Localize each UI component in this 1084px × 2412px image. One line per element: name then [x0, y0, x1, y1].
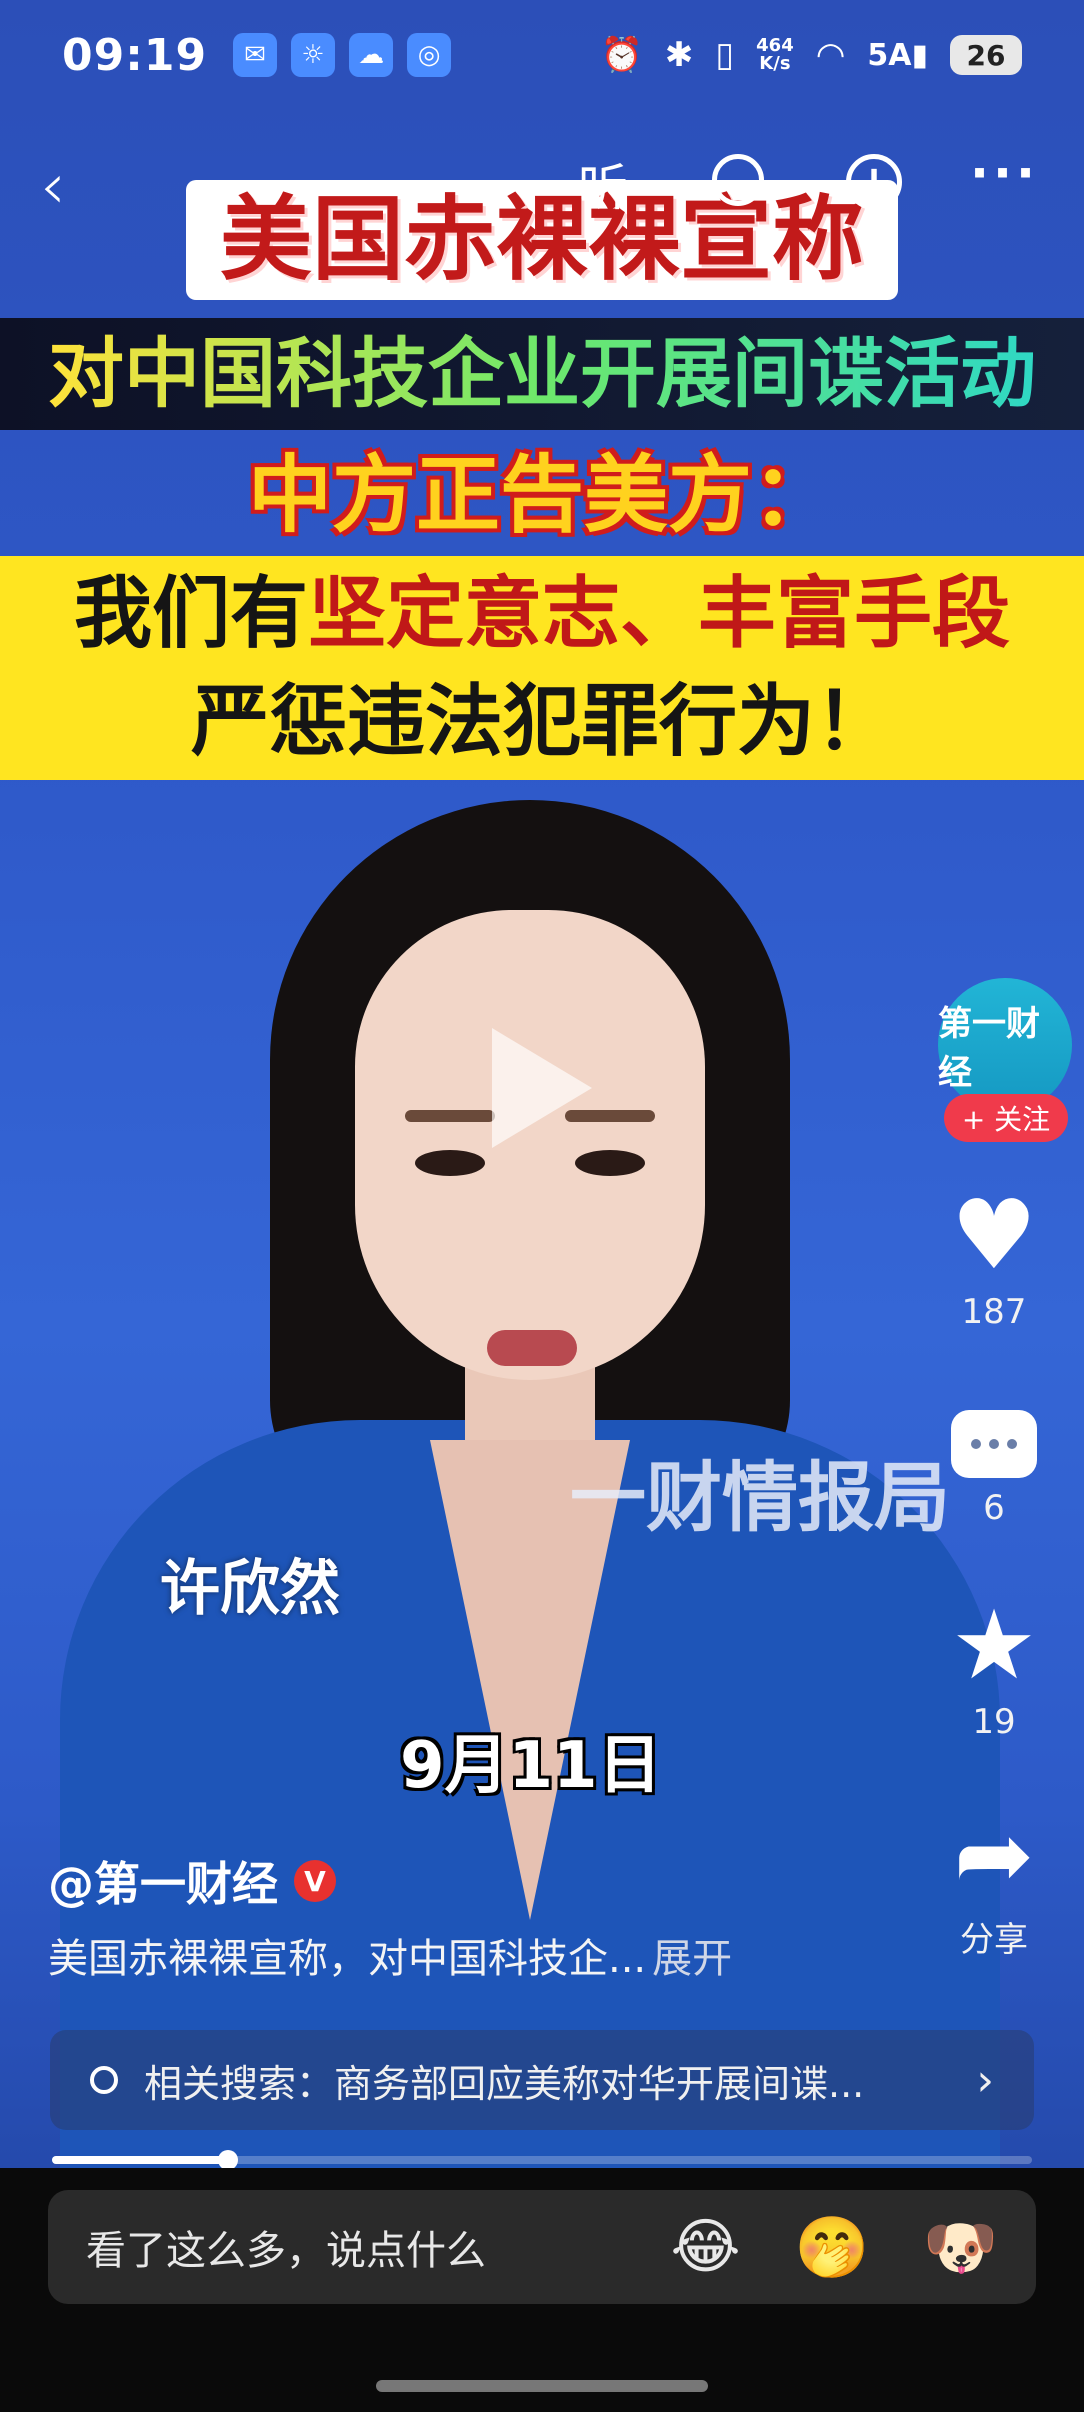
bottom-bar: 看了这么多，说点什么 😂 🤭 🐶 [0, 2168, 1084, 2412]
bluetooth-icon: ✱ [664, 35, 694, 75]
alarm-icon: ⏰ [600, 35, 643, 75]
star-icon: ★ [950, 1589, 1038, 1701]
headline-block: 我们有坚定意志、丰富手段 严惩违法犯罪行为！ [0, 556, 1084, 780]
presenter-name: 许欣然 [160, 1554, 340, 1624]
follow-button[interactable]: + 关注 [944, 1094, 1068, 1142]
chevron-right-icon: › [976, 2054, 994, 2106]
comment-button[interactable]: 6 [924, 1390, 1064, 1528]
battery-indicator: 26 [950, 35, 1022, 75]
comment-icon [951, 1410, 1037, 1478]
headline-line-2: 对中国科技企业开展间谍活动 [0, 318, 1084, 430]
like-count: 187 [961, 1292, 1027, 1332]
status-time: 09:19 [62, 29, 208, 81]
laugh-emoji-icon[interactable]: 😂 [670, 2212, 740, 2283]
vibrate-icon: ▯ [715, 35, 735, 75]
listen-button[interactable]: 听 [578, 148, 628, 220]
channel-avatar[interactable]: 第一财经 [938, 978, 1072, 1112]
search-icon [90, 2066, 118, 2094]
status-right: ⏰ ✱ ▯ 464 K/s ◠ 5A▮ 26 [601, 35, 1022, 75]
share-label: 分享 [960, 1920, 1028, 1960]
comment-count: 6 [983, 1488, 1005, 1528]
favorite-button[interactable]: ★ 19 [924, 1590, 1064, 1742]
channel-watermark: 一财情报局 [570, 1453, 950, 1542]
net-speed: 464 K/s [756, 35, 794, 74]
status-bar: 09:19 ✉ ☼ ☁ ◎ ⏰ ✱ ▯ 464 K/s ◠ 5A▮ 26 [0, 0, 1084, 110]
top-nav: ‹ 听 + ··· [0, 140, 1084, 230]
home-indicator[interactable] [376, 2380, 708, 2392]
play-icon[interactable] [492, 1028, 592, 1148]
comment-input[interactable]: 看了这么多，说点什么 😂 🤭 🐶 [48, 2190, 1036, 2304]
dog-emoji-icon[interactable]: 🐶 [923, 2212, 998, 2283]
bulb-icon: ☼ [291, 33, 336, 77]
share-button[interactable]: ➦ 分享 [924, 1800, 1064, 1961]
related-search[interactable]: 相关搜索：商务部回应美称对华开展间谍... › [50, 2030, 1034, 2130]
search-icon[interactable] [712, 154, 764, 206]
cellular-signal: 5A▮ [867, 37, 928, 73]
shy-emoji-icon[interactable]: 🤭 [795, 2212, 870, 2283]
message-icon: ✉ [233, 33, 278, 77]
notification-icons: ✉ ☼ ☁ ◎ [233, 33, 452, 77]
more-icon[interactable]: ··· [970, 144, 1039, 202]
like-button[interactable]: ♥ 187 [924, 1180, 1064, 1332]
verified-badge: V [294, 1860, 336, 1902]
expand-link[interactable]: 展开 [652, 1936, 732, 1982]
weather-icon: ☁ [349, 33, 394, 77]
heart-icon: ♥ [950, 1179, 1038, 1291]
browser-icon: ◎ [407, 33, 452, 77]
wifi-icon: ◠ [815, 35, 846, 75]
author-handle[interactable]: @第一财经 V [48, 1848, 336, 1914]
share-icon: ➦ [953, 1799, 1035, 1911]
video-date: 9月11日 [400, 1729, 662, 1803]
video-caption: 美国赤裸裸宣称，对中国科技企... 展开 [48, 1936, 733, 1982]
back-icon[interactable]: ‹ [40, 150, 66, 224]
add-icon[interactable]: + [846, 154, 902, 210]
video-screen[interactable]: 09:19 ✉ ☼ ☁ ◎ ⏰ ✱ ▯ 464 K/s ◠ 5A▮ 26 美国赤裸… [0, 0, 1084, 2412]
favorite-count: 19 [972, 1702, 1016, 1742]
emoji-shortcuts: 😂 🤭 🐶 [670, 2212, 998, 2283]
headline-line-3: 中方正告美方： [247, 446, 836, 544]
video-progress-bar[interactable] [52, 2150, 1032, 2170]
